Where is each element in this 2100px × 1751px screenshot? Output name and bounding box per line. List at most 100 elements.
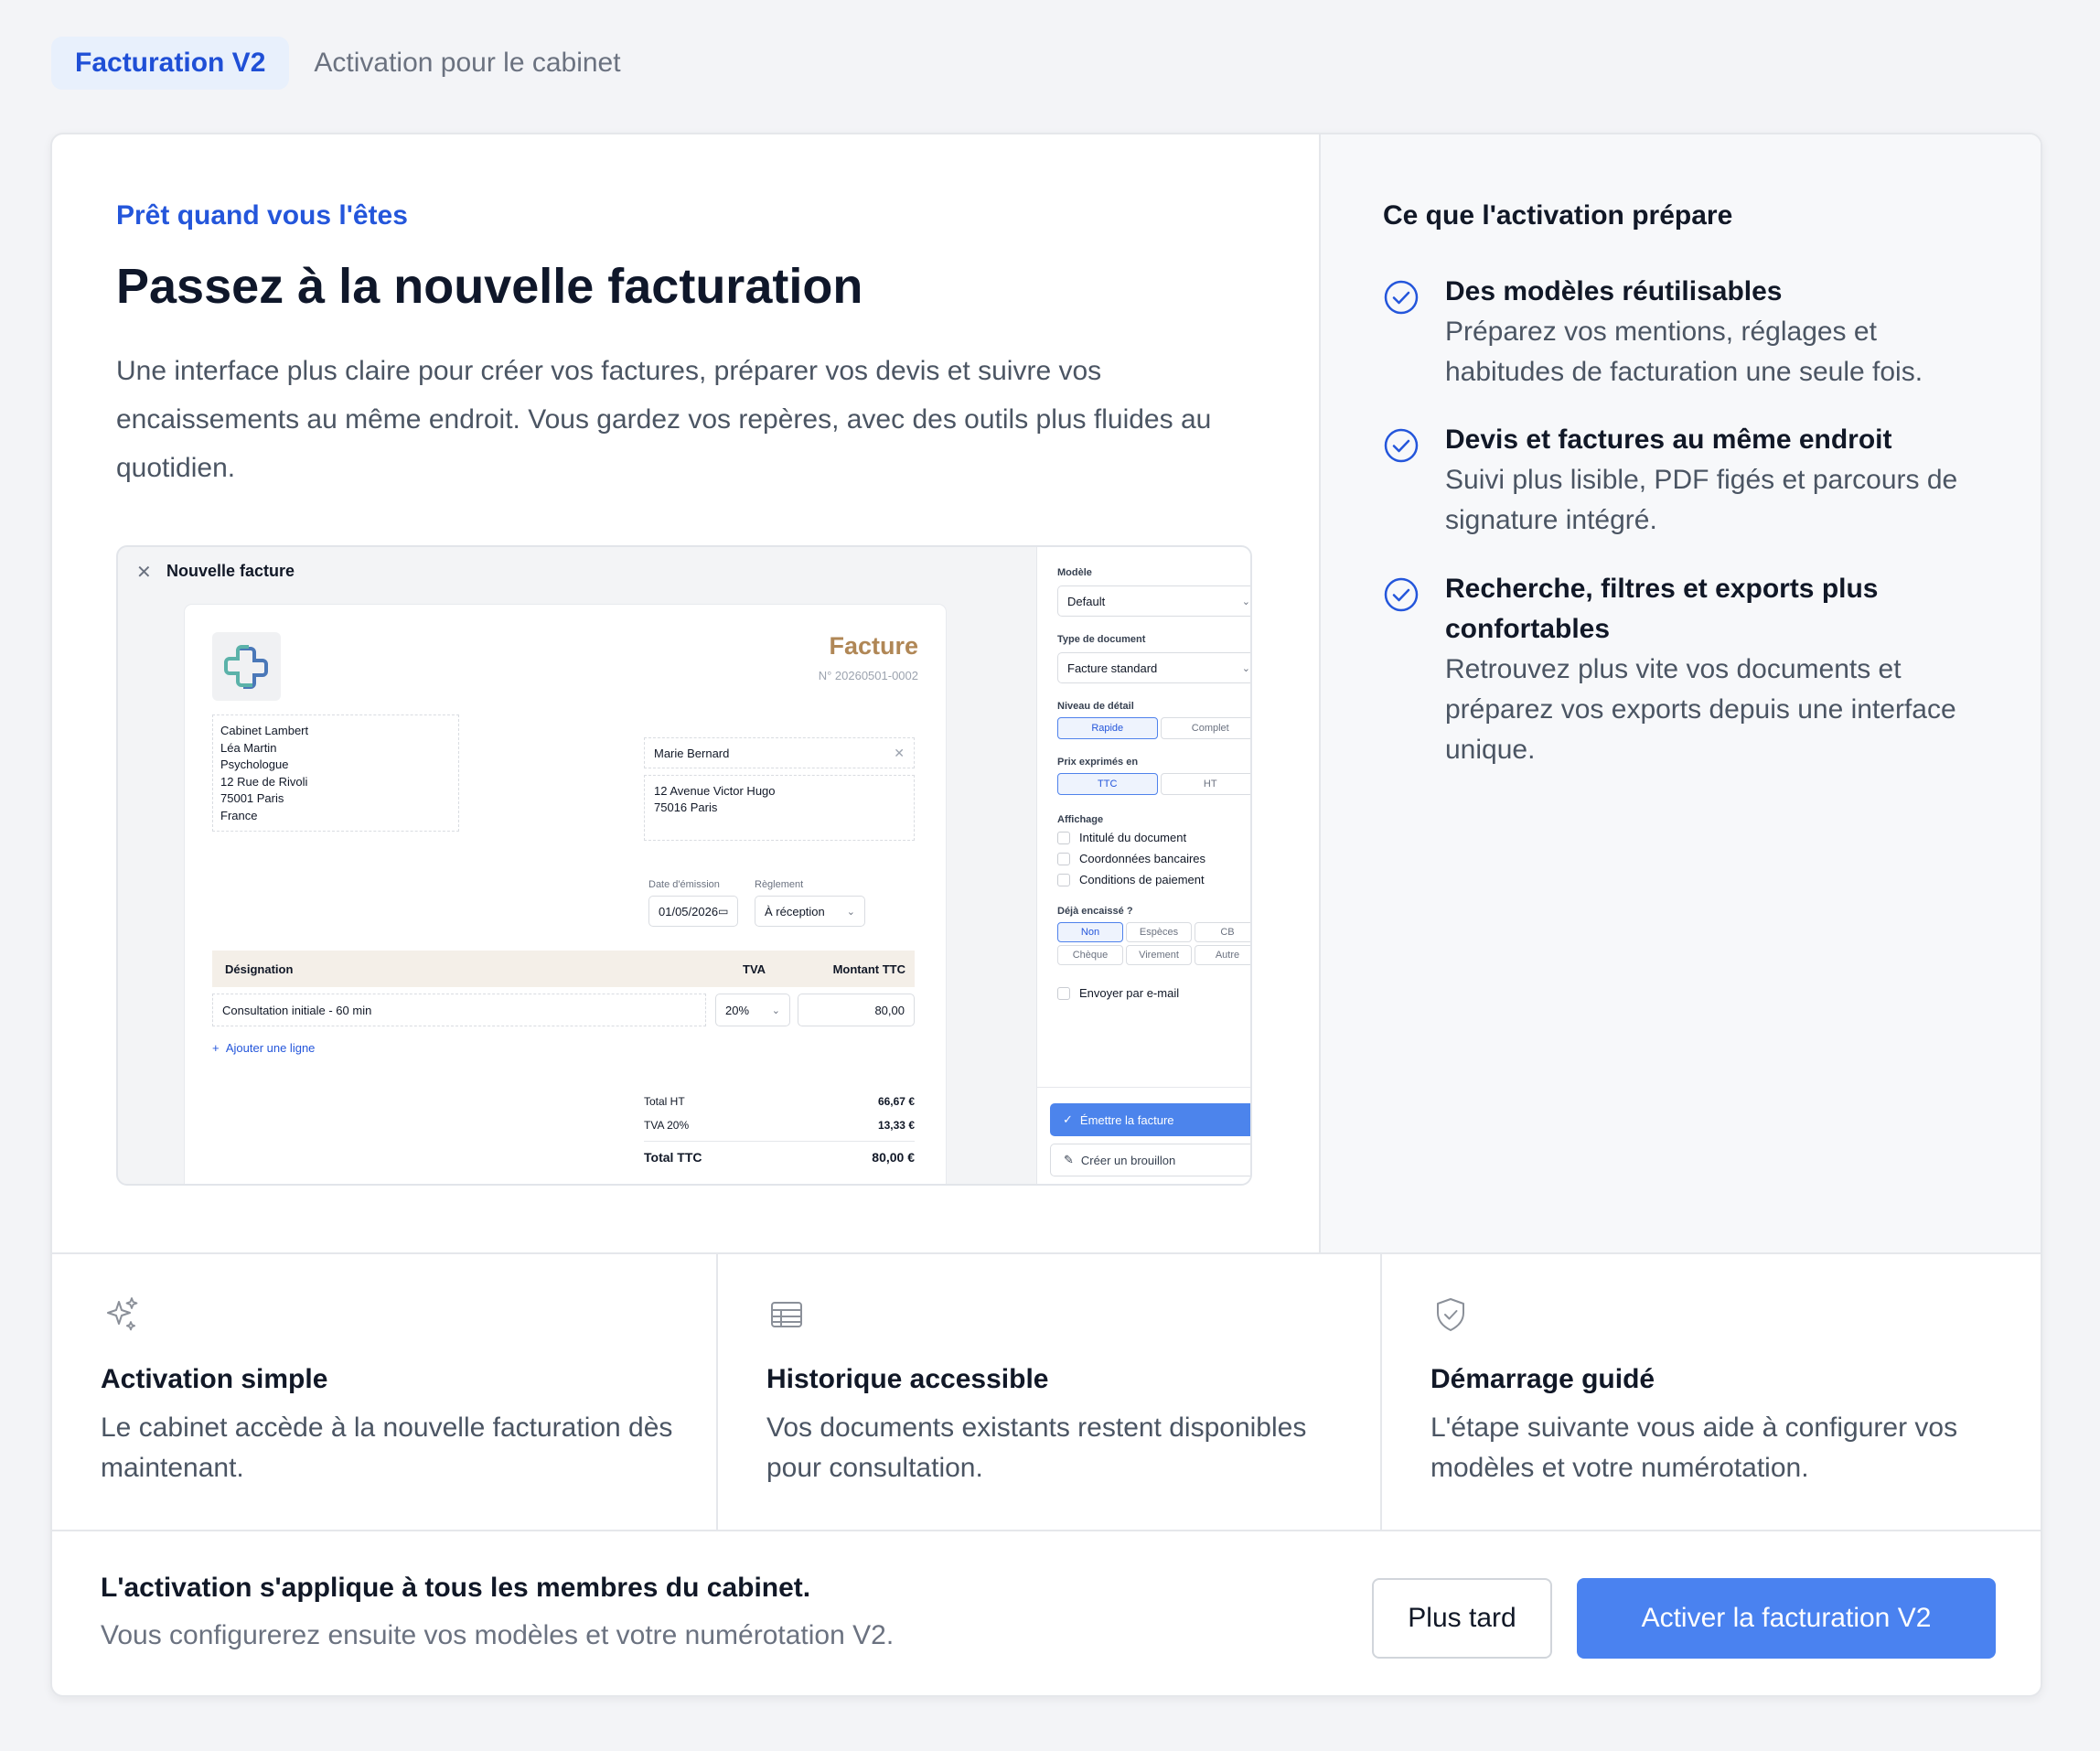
cashed-option[interactable]: Autre	[1195, 945, 1250, 965]
activation-card: Prêt quand vous l'êtes Passez à la nouve…	[50, 133, 2042, 1697]
aside-item-title: Devis et factures au même endroit	[1445, 424, 1892, 455]
feature-card: Démarrage guidé L'étape suivante vous ai…	[1380, 1254, 2041, 1531]
display-option[interactable]: Coordonnées bancaires	[1057, 852, 1205, 865]
hero-title: Passez à la nouvelle facturation	[116, 259, 863, 314]
cashed-option[interactable]: Chèque	[1057, 945, 1123, 965]
check-circle-icon	[1384, 428, 1419, 463]
sparkles-icon	[107, 1297, 138, 1331]
line-tva-select[interactable]: 20% ⌄	[715, 994, 790, 1026]
detail-option-complet[interactable]: Complet	[1160, 717, 1250, 739]
aside-title: Ce que l'activation prépare	[1383, 200, 1733, 231]
prices-option-ht[interactable]: HT	[1160, 773, 1250, 795]
checkbox[interactable]	[1057, 852, 1070, 865]
display-option-label: Conditions de paiement	[1079, 873, 1205, 886]
checkbox[interactable]	[1057, 873, 1070, 886]
display-option[interactable]: Intitulé du document	[1057, 831, 1186, 844]
feature-title: Démarrage guidé	[1430, 1364, 1655, 1394]
totals-block: Total HT 66,67 € TVA 20% 13,33 € Total T…	[644, 1090, 915, 1172]
model-value: Default	[1067, 594, 1106, 608]
client-name: Marie Bernard	[654, 746, 730, 760]
plus-icon: +	[212, 1041, 220, 1055]
add-line-button[interactable]: + Ajouter une ligne	[212, 1041, 315, 1055]
doctype-value: Facture standard	[1067, 661, 1158, 675]
total-ht-row: Total HT 66,67 €	[644, 1090, 915, 1113]
detail-toggle: Rapide Complet	[1057, 717, 1250, 739]
payment-label: Règlement	[755, 879, 804, 890]
checkbox[interactable]	[1057, 986, 1070, 1000]
feature-text: Le cabinet accède à la nouvelle facturat…	[101, 1413, 673, 1483]
client-address-field[interactable]: 12 Avenue Victor Hugo 75016 Paris	[644, 775, 915, 841]
chevron-down-icon: ⌄	[1241, 596, 1250, 607]
cashed-option[interactable]: Espèces	[1126, 922, 1192, 942]
payment-select[interactable]: À réception ⌄	[755, 896, 865, 927]
client-name-field[interactable]: Marie Bernard ✕	[644, 737, 915, 768]
total-ttc-row: Total TTC 80,00 €	[644, 1141, 915, 1172]
client-address-line: 12 Avenue Victor Hugo	[654, 784, 776, 798]
date-input[interactable]: 01/05/2026 ▭	[648, 896, 738, 927]
feature-text: L'étape suivante vous aide à configurer …	[1430, 1413, 1958, 1483]
tab-activation-cabinet[interactable]: Activation pour le cabinet	[314, 48, 620, 79]
issue-invoice-label: Émettre la facture	[1079, 1112, 1174, 1127]
cashed-option[interactable]: Non	[1057, 922, 1123, 942]
feature-card: Historique accessible Vos documents exis…	[716, 1254, 1380, 1531]
prices-option-ttc[interactable]: TTC	[1057, 773, 1158, 795]
feature-title: Activation simple	[101, 1364, 328, 1394]
chevron-down-icon: ⌄	[1241, 662, 1250, 674]
cashed-options: Non Espèces CB Chèque Virement Autre	[1057, 922, 1250, 965]
cashed-option[interactable]: CB	[1195, 922, 1250, 942]
cabinet-logo	[212, 632, 281, 701]
total-ht-label: Total HT	[644, 1095, 685, 1108]
create-draft-label: Créer un brouillon	[1080, 1153, 1176, 1167]
check-circle-icon	[1384, 577, 1419, 612]
line-amount-input[interactable]: 80,00	[798, 994, 915, 1026]
aside-item-title: Recherche, filtres et exports plus confo…	[1445, 574, 1879, 644]
cashed-option[interactable]: Virement	[1126, 945, 1192, 965]
header-designation: Désignation	[225, 961, 294, 976]
display-option-label: Coordonnées bancaires	[1079, 852, 1206, 865]
invoice-number: N° 20260501-0002	[818, 669, 918, 682]
email-option[interactable]: Envoyer par e-mail	[1057, 986, 1179, 1000]
invoice-preview: ✕ Nouvelle facture Facture N° 20260501-0…	[116, 545, 1252, 1186]
display-label: Affichage	[1057, 814, 1104, 825]
panel-divider	[1037, 1087, 1250, 1088]
issuer-line: 75001 Paris	[220, 791, 284, 805]
shield-check-icon	[1437, 1298, 1464, 1331]
cashed-label: Déjà encaissé ?	[1057, 906, 1133, 917]
footer-title: L'activation s'applique à tous les membr…	[101, 1573, 811, 1603]
issuer-line: France	[220, 808, 258, 822]
hero-section: Prêt quand vous l'êtes Passez à la nouve…	[52, 134, 1319, 1252]
display-option[interactable]: Conditions de paiement	[1057, 873, 1205, 886]
detail-option-rapide[interactable]: Rapide	[1057, 717, 1158, 739]
later-button[interactable]: Plus tard	[1372, 1578, 1552, 1659]
line-tva-value: 20%	[725, 1003, 750, 1017]
model-select[interactable]: Default ⌄	[1057, 585, 1250, 617]
aside-item-text: Suivi plus lisible, PDF figés et parcour…	[1445, 465, 1958, 535]
email-option-label: Envoyer par e-mail	[1079, 986, 1180, 1000]
model-label: Modèle	[1057, 567, 1092, 578]
feature-card: Activation simple Le cabinet accède à la…	[52, 1254, 716, 1531]
aside-item: Devis et factures au même endroit Suivi …	[1383, 420, 1987, 541]
issuer-address[interactable]: Cabinet Lambert Léa Martin Psychologue 1…	[212, 714, 459, 832]
check-circle-icon	[1384, 280, 1419, 315]
calendar-icon: ▭	[718, 905, 729, 918]
tab-facturation-v2[interactable]: Facturation V2	[51, 37, 290, 90]
issuer-line: Psychologue	[220, 757, 289, 771]
total-tva-row: TVA 20% 13,33 €	[644, 1113, 915, 1137]
aside-item-title: Des modèles réutilisables	[1445, 276, 1783, 306]
line-amount-value: 80,00	[874, 1003, 905, 1017]
checkbox[interactable]	[1057, 831, 1070, 844]
total-tva-value: 13,33 €	[877, 1119, 915, 1132]
line-designation-input[interactable]: Consultation initiale - 60 min	[212, 994, 706, 1026]
aside-item-text: Préparez vos mentions, réglages et habit…	[1445, 317, 1923, 387]
display-option-label: Intitulé du document	[1079, 831, 1187, 844]
table-icon	[771, 1302, 802, 1327]
clear-icon[interactable]: ✕	[894, 746, 905, 761]
total-ttc-value: 80,00 €	[872, 1149, 915, 1165]
hero-description: Une interface plus claire pour créer vos…	[116, 356, 1212, 483]
activate-button[interactable]: Activer la facturation V2	[1577, 1578, 1996, 1659]
create-draft-button[interactable]: ✎ Créer un brouillon	[1050, 1144, 1250, 1176]
prices-toggle: TTC HT	[1057, 773, 1250, 795]
doctype-select[interactable]: Facture standard ⌄	[1057, 652, 1250, 683]
issue-invoice-button[interactable]: ✓ Émettre la facture	[1050, 1103, 1250, 1136]
prices-label: Prix exprimés en	[1057, 757, 1139, 768]
